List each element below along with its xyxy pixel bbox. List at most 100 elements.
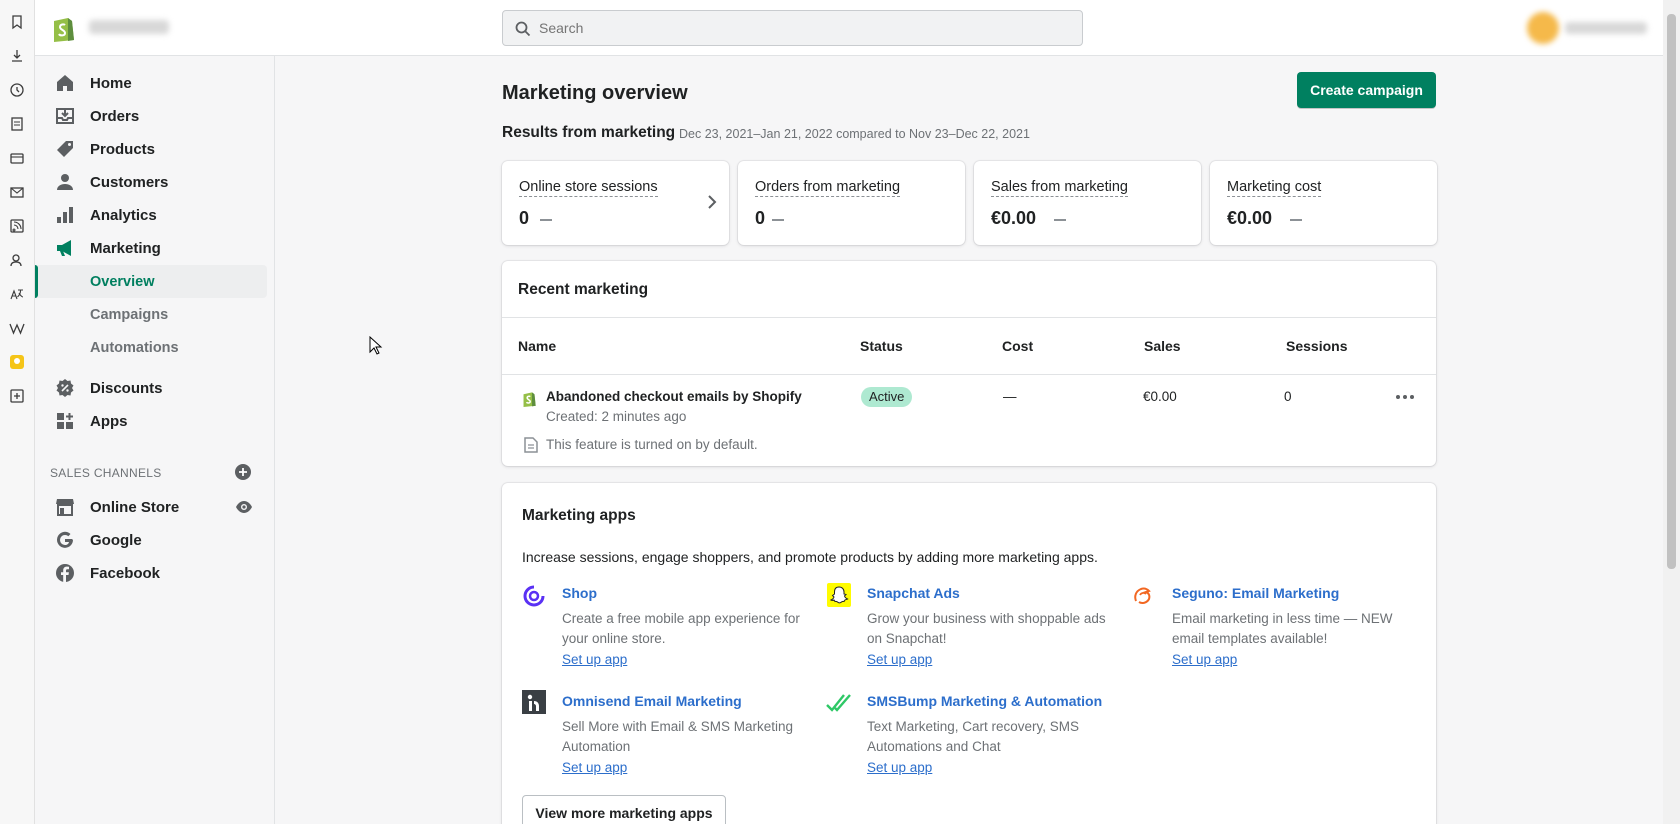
sidebar-item-apps[interactable]: Apps bbox=[35, 405, 267, 437]
sidebar-item-online-store[interactable]: Online Store bbox=[35, 491, 267, 523]
create-campaign-button[interactable]: Create campaign bbox=[1297, 72, 1436, 108]
avatar[interactable] bbox=[1527, 12, 1559, 44]
page-title: Marketing overview bbox=[502, 82, 688, 104]
user-chat-icon[interactable] bbox=[9, 252, 25, 268]
google-icon bbox=[55, 530, 75, 550]
sidebar-item-discounts[interactable]: Discounts bbox=[35, 372, 267, 404]
tag-icon bbox=[55, 139, 75, 159]
chevron-right-icon[interactable] bbox=[707, 195, 717, 209]
sidebar-subitem-campaigns[interactable]: Campaigns bbox=[35, 298, 267, 331]
top-bar bbox=[35, 0, 1680, 56]
sidebar-item-marketing[interactable]: Marketing bbox=[35, 232, 267, 264]
metric-card-sessions[interactable]: Online store sessions 0 bbox=[502, 161, 729, 245]
feed-icon[interactable] bbox=[9, 218, 25, 234]
metric-label[interactable]: Marketing cost bbox=[1227, 179, 1322, 197]
campaign-name[interactable]: Abandoned checkout emails by Shopify bbox=[546, 389, 802, 404]
metric-value: 0 bbox=[519, 208, 530, 228]
metric-label[interactable]: Orders from marketing bbox=[755, 179, 901, 197]
trend-dash-icon bbox=[772, 219, 784, 221]
download-icon[interactable] bbox=[9, 48, 25, 64]
sidebar-item-google[interactable]: Google bbox=[35, 524, 267, 556]
history-icon[interactable] bbox=[9, 82, 25, 98]
recent-marketing-title: Recent marketing bbox=[518, 281, 649, 298]
mail-icon[interactable] bbox=[9, 184, 25, 200]
facebook-icon bbox=[55, 563, 75, 583]
add-panel-icon[interactable] bbox=[9, 388, 25, 404]
campaign-created: Created: 2 minutes ago bbox=[546, 409, 687, 424]
sidebar-item-analytics[interactable]: Analytics bbox=[35, 199, 267, 231]
sidebar-item-products[interactable]: Products bbox=[35, 133, 267, 165]
sidebar-subitem-label: Overview bbox=[90, 274, 155, 290]
sidebar-item-label: Analytics bbox=[90, 207, 157, 224]
more-actions-icon[interactable] bbox=[1393, 388, 1417, 406]
omnisend-icon bbox=[522, 690, 546, 714]
app-name[interactable]: Omnisend Email Marketing bbox=[562, 693, 742, 709]
sidebar-item-label: Orders bbox=[90, 108, 140, 125]
extension-icon[interactable] bbox=[9, 354, 25, 370]
shop-app-icon bbox=[522, 584, 546, 608]
sidebar-item-facebook[interactable]: Facebook bbox=[35, 557, 267, 589]
mouse-cursor-icon bbox=[369, 336, 383, 356]
metric-value: 0 bbox=[755, 208, 766, 228]
wallet-icon[interactable] bbox=[9, 150, 25, 166]
sidebar-subitem-overview[interactable]: Overview bbox=[35, 265, 267, 298]
shopify-logo-icon[interactable] bbox=[50, 14, 76, 42]
sidebar-item-customers[interactable]: Customers bbox=[35, 166, 267, 198]
browser-sidebar bbox=[0, 0, 35, 824]
trend-dash-icon bbox=[540, 219, 552, 221]
set-up-app-link[interactable]: Set up app bbox=[867, 760, 932, 775]
campaign-sessions: 0 bbox=[1284, 389, 1292, 404]
sidebar-item-label: Discounts bbox=[90, 380, 163, 397]
date-range[interactable]: Dec 23, 2021–Jan 21, 2022 compared to No… bbox=[679, 127, 1030, 141]
translate-icon[interactable] bbox=[9, 286, 25, 302]
home-icon bbox=[55, 73, 75, 93]
snapchat-icon bbox=[827, 583, 851, 607]
metric-card-cost: Marketing cost €0.00 bbox=[1210, 161, 1437, 245]
search-icon bbox=[515, 21, 531, 37]
sidebar-subitem-label: Campaigns bbox=[90, 307, 169, 323]
search-bar[interactable] bbox=[502, 10, 1083, 46]
bookmark-icon[interactable] bbox=[9, 14, 25, 30]
sidebar-item-label: Customers bbox=[90, 174, 169, 191]
app-name[interactable]: Snapchat Ads bbox=[867, 585, 960, 601]
sidebar-subitem-automations[interactable]: Automations bbox=[35, 331, 267, 364]
app-description: Text Marketing, Cart recovery, SMS Autom… bbox=[867, 719, 1080, 754]
notes-icon[interactable] bbox=[9, 116, 25, 132]
discount-icon bbox=[55, 378, 75, 398]
sidebar-item-orders[interactable]: Orders bbox=[35, 100, 267, 132]
marketing-apps-title: Marketing apps bbox=[522, 507, 636, 524]
add-channel-icon[interactable] bbox=[235, 464, 251, 480]
metric-label[interactable]: Sales from marketing bbox=[991, 179, 1128, 197]
store-name[interactable] bbox=[89, 20, 169, 34]
set-up-app-link[interactable]: Set up app bbox=[562, 652, 627, 667]
metric-card-orders: Orders from marketing 0 bbox=[738, 161, 965, 245]
sidebar-item-label: Apps bbox=[90, 413, 128, 430]
seguno-icon bbox=[1131, 583, 1155, 607]
set-up-app-link[interactable]: Set up app bbox=[562, 760, 627, 775]
sidebar-item-label: Facebook bbox=[90, 565, 161, 582]
set-up-app-link[interactable]: Set up app bbox=[867, 652, 932, 667]
scrollbar[interactable] bbox=[1663, 0, 1680, 824]
sidebar-item-label: Google bbox=[90, 532, 142, 549]
metric-label[interactable]: Online store sessions bbox=[519, 179, 658, 197]
app-name[interactable]: Shop bbox=[562, 585, 597, 601]
user-name[interactable] bbox=[1565, 22, 1647, 34]
view-more-apps-button[interactable]: View more marketing apps bbox=[522, 795, 726, 824]
set-up-app-link[interactable]: Set up app bbox=[1172, 652, 1237, 667]
scrollbar-thumb[interactable] bbox=[1667, 14, 1676, 569]
eye-icon[interactable] bbox=[235, 499, 253, 515]
megaphone-icon bbox=[55, 238, 75, 258]
column-header-sessions: Sessions bbox=[1286, 338, 1348, 354]
campaign-sales: €0.00 bbox=[1143, 389, 1177, 404]
status-badge: Active bbox=[861, 387, 913, 407]
sales-channels-heading: SALES CHANNELS bbox=[50, 466, 162, 480]
sidebar-item-home[interactable]: Home bbox=[35, 67, 267, 99]
apps-icon bbox=[55, 411, 75, 431]
app-description: Email marketing in less time — NEW email… bbox=[1172, 611, 1393, 646]
wikipedia-icon[interactable] bbox=[9, 320, 25, 336]
app-name[interactable]: Seguno: Email Marketing bbox=[1172, 585, 1339, 601]
document-icon bbox=[524, 437, 538, 453]
column-header-sales: Sales bbox=[1144, 338, 1181, 354]
app-name[interactable]: SMSBump Marketing & Automation bbox=[867, 693, 1102, 709]
search-input[interactable] bbox=[539, 11, 1059, 45]
